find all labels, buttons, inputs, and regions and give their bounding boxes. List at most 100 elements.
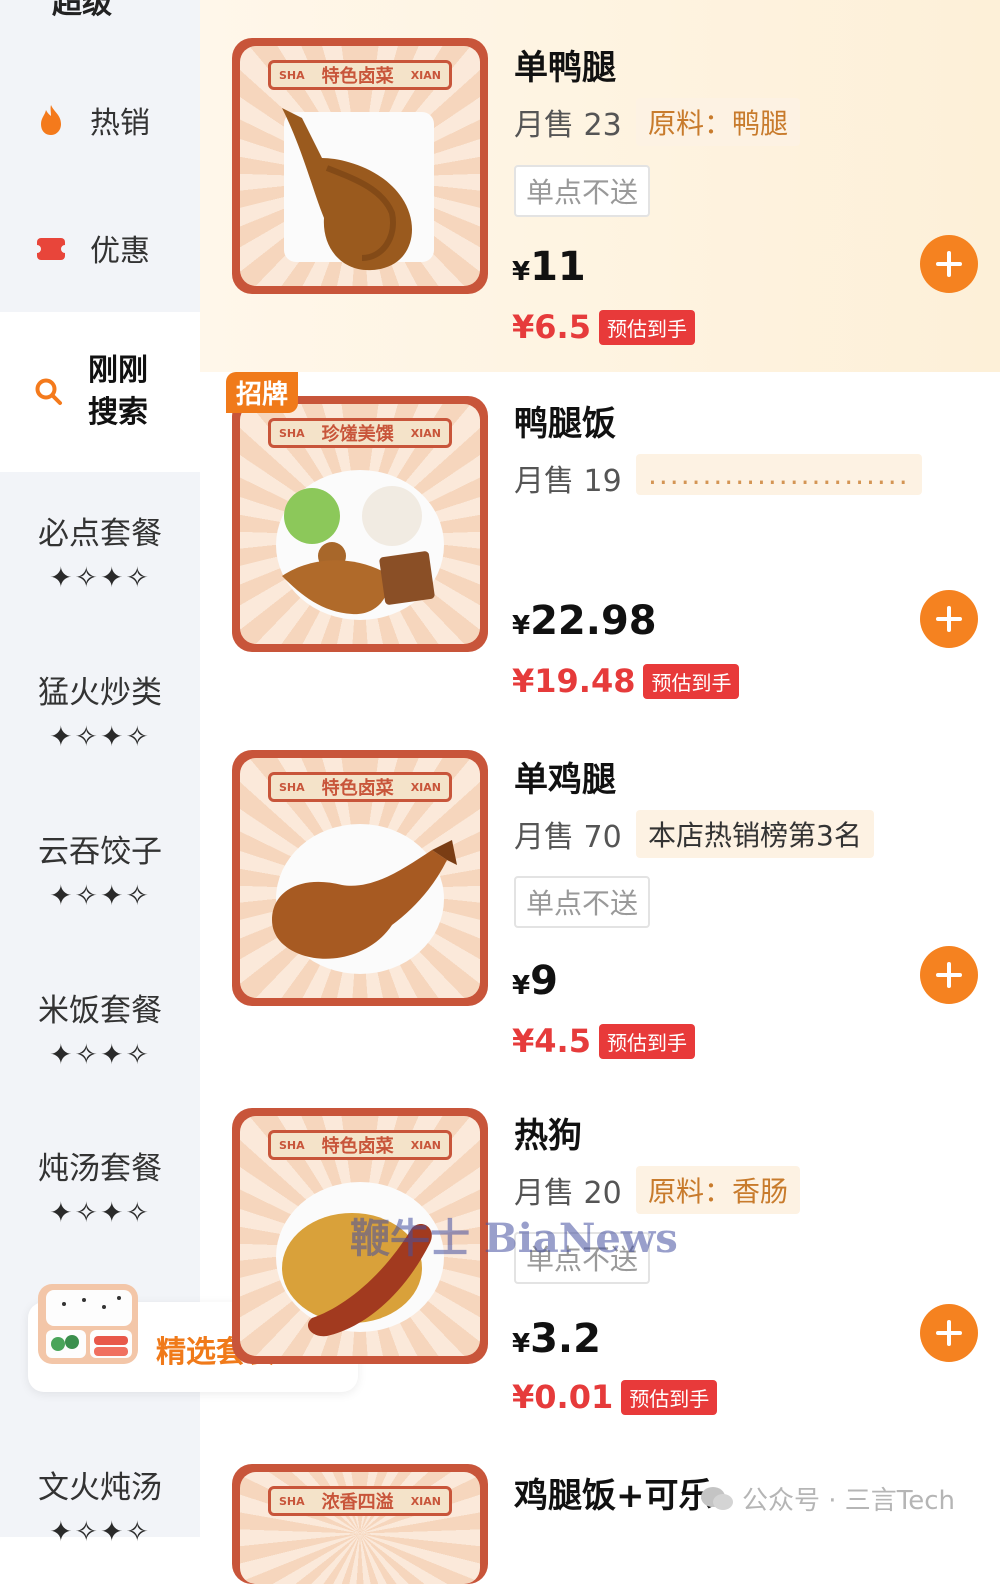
category-name: 云吞饺子 <box>38 834 162 870</box>
duck-leg-image <box>282 108 412 271</box>
product-estimated: ¥6.5 预估到手 <box>512 308 695 346</box>
plus-icon <box>936 606 962 632</box>
sidebar-item-discount[interactable]: 优惠 <box>34 226 150 270</box>
price-currency: ¥ <box>512 1329 531 1359</box>
product-price: ¥3.2 <box>512 1316 601 1362</box>
estimated-price: ¥0.01 <box>512 1378 614 1416</box>
product-ingredient-chip: 原料：鸭腿 <box>636 98 801 146</box>
estimated-price: ¥19.48 <box>512 662 636 700</box>
sidebar-category[interactable]: 云吞饺子 ✦✧✦✧ <box>0 826 200 912</box>
product-card[interactable]: SHA 特色卤菜 XIAN 热狗 月售 20 原料：香肠 单点不送 ¥3.2 ¥… <box>200 1092 1000 1452</box>
sidebar-category[interactable]: 炖汤套餐 ✦✧✦✧ <box>0 1143 200 1229</box>
thumb-banner-left: SHA <box>279 1138 305 1152</box>
category-name: 炖汤套餐 <box>38 1151 162 1187</box>
search-label-line2: 搜索 <box>88 395 148 430</box>
estimated-badge: 预估到手 <box>643 663 740 699</box>
plus-icon <box>936 962 962 988</box>
sidebar-category[interactable]: 猛火炒类 ✦✧✦✧ <box>0 667 200 753</box>
thumb-banner-left: SHA <box>279 1494 305 1508</box>
category-stars: ✦✧✦✧ <box>49 879 151 912</box>
category-name: 文火炖汤 <box>38 1470 162 1506</box>
flame-icon <box>41 105 61 135</box>
sidebar-category[interactable]: 必点套餐 ✦✧✦✧ <box>0 508 200 594</box>
estimated-price: ¥4.5 <box>512 1022 591 1060</box>
price-currency: ¥ <box>512 971 531 1001</box>
sidebar-item-label: 热销 <box>90 106 150 141</box>
category-name: 米饭套餐 <box>38 993 162 1029</box>
product-image[interactable]: SHA 浓香四溢 XIAN <box>232 1464 488 1584</box>
sidebar-item-recent-search[interactable]: 刚刚 搜索 <box>34 350 158 434</box>
product-estimated: ¥4.5 预估到手 <box>512 1022 695 1060</box>
thumb-banner-right: XIAN <box>410 1138 441 1152</box>
thumb-banner-right: XIAN <box>410 780 441 794</box>
product-price: ¥9 <box>512 958 558 1004</box>
product-note: 单点不送 <box>514 876 651 928</box>
category-stars: ✦✧✦✧ <box>49 1515 151 1548</box>
product-estimated: ¥0.01 预估到手 <box>512 1378 718 1416</box>
signature-tag: 招牌 <box>226 372 299 413</box>
thumb-banner-title: 特色卤菜 <box>321 778 394 799</box>
sidebar-category[interactable]: 文火炖汤 ✦✧✦✧ <box>0 1462 200 1548</box>
wechat-account-mark: 公众号 · 三言Tech <box>700 1480 955 1517</box>
thumb-banner-right: XIAN <box>410 426 441 440</box>
product-card[interactable]: SHA 特色卤菜 XIAN 单鸭腿 月售 23 原料：鸭腿 单点不送 ¥11 ¥… <box>200 0 1000 372</box>
product-sales: 月售 23 <box>514 108 622 143</box>
product-card[interactable]: SHA 特色卤菜 XIAN 单鸡腿 月售 70 本店热销榜第3名 单点不送 ¥9… <box>200 732 1000 1092</box>
product-title: 单鸭腿 <box>514 48 616 88</box>
add-to-cart-button[interactable] <box>920 1304 978 1362</box>
product-title: 单鸡腿 <box>514 760 616 800</box>
category-stars: ✦✧✦✧ <box>49 720 151 753</box>
price-value: 22.98 <box>530 598 657 644</box>
product-ranking-chip: 本店热销榜第3名 <box>636 810 874 858</box>
product-image[interactable]: SHA 珍馐美馔 XIAN <box>232 396 488 652</box>
thumb-banner: SHA 珍馐美馔 XIAN <box>268 418 452 448</box>
product-title: 鸡腿饭+可乐 <box>514 1476 713 1516</box>
product-note: 单点不送 <box>514 165 651 217</box>
estimated-price: ¥6.5 <box>512 308 591 346</box>
product-price: ¥11 <box>512 244 586 290</box>
product-title: 热狗 <box>514 1116 582 1156</box>
wechat-icon <box>701 1486 733 1510</box>
category-stars: ✦✧✦✧ <box>49 1196 151 1229</box>
sidebar-item-label: 优惠 <box>90 234 150 269</box>
bento-box-icon <box>38 1284 138 1364</box>
thumb-banner-title: 浓香四溢 <box>321 1492 394 1513</box>
product-sales: 月售 70 <box>514 820 622 855</box>
estimated-badge: 预估到手 <box>598 1023 695 1059</box>
thumb-banner: SHA 特色卤菜 XIAN <box>268 1130 452 1160</box>
add-to-cart-button[interactable] <box>920 235 978 293</box>
thumb-banner: SHA 浓香四溢 XIAN <box>268 1486 452 1516</box>
price-value: 9 <box>530 958 558 1004</box>
category-name: 必点套餐 <box>38 516 162 552</box>
sidebar-item-hot[interactable]: 热销 <box>34 98 150 142</box>
category-name: 猛火炒类 <box>38 675 162 711</box>
thumb-banner-right: XIAN <box>410 1494 441 1508</box>
thumb-banner: SHA 特色卤菜 XIAN <box>268 772 452 802</box>
thumb-banner-right: XIAN <box>410 68 441 82</box>
product-title: 鸭腿饭 <box>514 404 616 444</box>
sidebar-category[interactable]: 米饭套餐 ✦✧✦✧ <box>0 985 200 1071</box>
watermark: 鞭牛士 BiaNews <box>350 1215 678 1262</box>
price-value: 11 <box>530 244 586 290</box>
price-value: 3.2 <box>530 1316 601 1362</box>
product-image[interactable]: SHA 特色卤菜 XIAN <box>232 750 488 1006</box>
search-label-line1: 刚刚 <box>88 353 148 388</box>
add-to-cart-button[interactable] <box>920 946 978 1004</box>
thumb-banner-left: SHA <box>279 780 305 794</box>
product-ranking-chip: ........................ <box>636 454 922 495</box>
estimated-badge: 预估到手 <box>598 309 695 345</box>
product-image[interactable]: SHA 特色卤菜 XIAN <box>232 38 488 294</box>
thumb-banner-title: 珍馐美馔 <box>321 424 394 445</box>
search-icon <box>35 378 62 405</box>
plus-icon <box>936 251 962 277</box>
estimated-badge: 预估到手 <box>621 1379 718 1415</box>
thumb-banner-left: SHA <box>279 426 305 440</box>
thumb-banner-left: SHA <box>279 68 305 82</box>
add-to-cart-button[interactable] <box>920 590 978 648</box>
wechat-account-label: 公众号 · 三言Tech <box>742 1486 956 1516</box>
price-currency: ¥ <box>512 257 531 287</box>
product-card[interactable]: 招牌 SHA 珍馐美馔 XIAN 鸭腿饭 月售 19 .............… <box>200 372 1000 732</box>
category-stars: ✦✧✦✧ <box>49 561 151 594</box>
chicken-leg-image <box>272 840 457 959</box>
sidebar-cut-title: 超级 <box>52 0 112 21</box>
